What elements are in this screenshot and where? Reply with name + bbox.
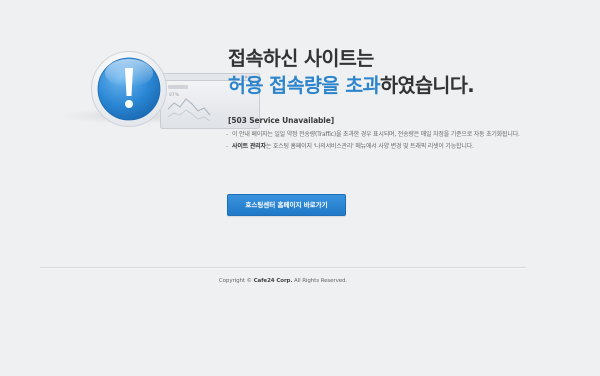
copyright-text: Copyright © Cafe24 Corp. All Rights Rese… (0, 278, 566, 284)
exclamation-icon (91, 51, 167, 127)
window-percent-label: 87% (169, 92, 180, 98)
headline-line-2: 허용 접속량을 초과하였습니다. (228, 73, 475, 99)
list-item: - 사이트 관리자는 호스팅 홈페이지 '나의서비스관리' 메뉴에서 사양 변경… (226, 142, 522, 153)
warning-illustration: 87% (60, 42, 260, 142)
headline-line-1: 접속하신 사이트는 (228, 47, 374, 70)
list-item-text: 는 호스팅 홈페이지 '나의서비스관리' 메뉴에서 사양 변경 및 트래픽 리셋… (265, 142, 474, 150)
error-description-list: - 이 안내 페이지는 일일 약정 전송량(Traffic)을 초과한 경우 표… (226, 130, 522, 153)
bullet-mark: - (226, 142, 228, 150)
list-item: - 이 안내 페이지는 일일 약정 전송량(Traffic)을 초과한 경우 표… (226, 130, 522, 141)
footer-divider (40, 267, 526, 269)
bullet-mark: - (226, 131, 228, 138)
copyright-prefix: Copyright © (218, 278, 254, 284)
list-item-bold: 사이트 관리자 (232, 142, 266, 150)
hosting-center-button[interactable]: 호스팅센터 홈페이지 바로가기 (227, 194, 346, 216)
error-page: 87% 접속하신 사이트는 허용 접속량을 초과하였습니다. [503 Serv… (0, 0, 600, 376)
page-title: 접속하신 사이트는 허용 접속량을 초과하였습니다. (228, 46, 475, 99)
headline-rest: 하였습니다. (380, 74, 475, 97)
headline-accent: 허용 접속량을 초과 (228, 74, 381, 97)
error-code-title: [503 Service Unavailable] (228, 116, 335, 125)
copyright-suffix: All Rights Reserved. (292, 278, 348, 284)
list-item-text: 이 안내 페이지는 일일 약정 전송량(Traffic)을 초과한 경우 표시되… (232, 131, 520, 138)
copyright-company: Cafe24 Corp. (253, 278, 293, 284)
